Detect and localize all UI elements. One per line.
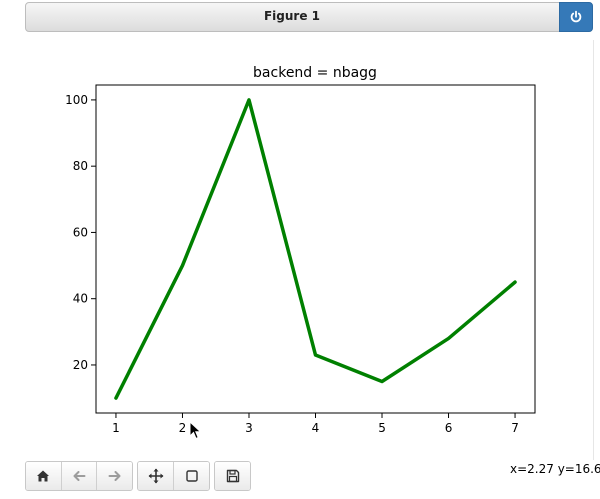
- x-tick-label: 4: [312, 421, 320, 435]
- save-button-group: [214, 461, 251, 491]
- x-tick-label: 5: [378, 421, 386, 435]
- floppy-disk-icon: [226, 469, 239, 483]
- mouse-pointer-icon: [189, 421, 202, 440]
- series-group: [114, 98, 517, 400]
- chart-title: backend = nbagg: [253, 65, 377, 81]
- y-tick-label: 60: [73, 225, 88, 239]
- pan-button[interactable]: [138, 462, 174, 490]
- y-tick-label: 100: [65, 93, 88, 107]
- series-line: [114, 98, 517, 400]
- y-tick-label: 80: [73, 159, 88, 173]
- home-button[interactable]: [26, 462, 62, 490]
- x-tick-label: 2: [179, 421, 187, 435]
- y-tick-label: 40: [73, 292, 88, 306]
- x-tick-label: 3: [245, 421, 253, 435]
- zoom-button[interactable]: [174, 462, 209, 490]
- back-button[interactable]: [61, 462, 98, 490]
- square-icon: [185, 470, 198, 482]
- forward-button[interactable]: [97, 462, 132, 490]
- arrow-left-icon: [73, 471, 86, 481]
- x-tick-label: 7: [511, 421, 519, 435]
- figure-title: Figure 1: [263, 9, 321, 23]
- figure-titlebar: Figure 1: [25, 2, 593, 32]
- home-icon: [37, 470, 50, 482]
- y-tick-label: 20: [73, 358, 88, 372]
- arrow-right-icon: [108, 471, 121, 481]
- save-button[interactable]: [215, 462, 250, 490]
- mode-button-group: [137, 461, 210, 491]
- x-tick-label: 6: [445, 421, 453, 435]
- cursor-coordinates: x=2.27 y=16.6: [510, 462, 600, 476]
- figure-canvas[interactable]: backend = nbagg 1 2 3 4 5 6 7 20 40 60 80 100: [25, 40, 594, 460]
- x-tick-label: 1: [112, 421, 120, 435]
- move-icon: [148, 468, 163, 484]
- power-icon: [570, 10, 582, 23]
- close-figure-button[interactable]: [559, 2, 593, 32]
- line-chart: backend = nbagg 1 2 3 4 5 6 7 20 40 60 80 100: [65, 65, 536, 435]
- axes-frame: [95, 84, 536, 414]
- history-button-group: [25, 461, 133, 491]
